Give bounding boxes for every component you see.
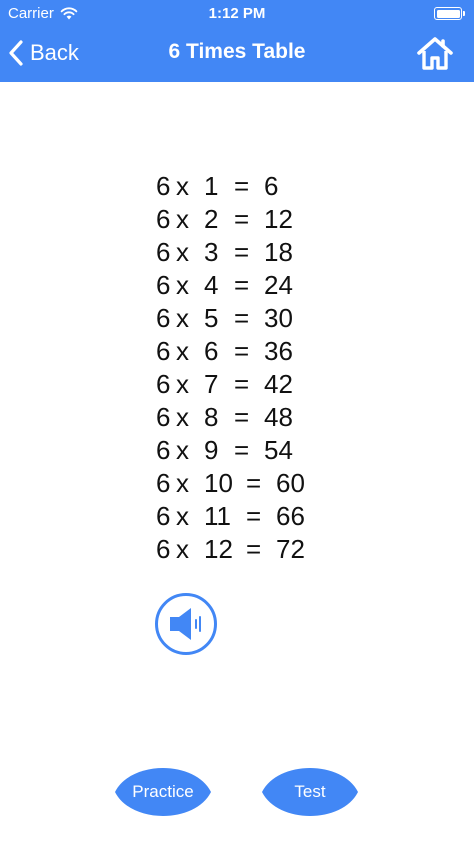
equals-sign: = — [234, 435, 250, 465]
test-button[interactable]: Test — [262, 756, 358, 828]
times-table: 6 x 1 = 6 6 x 2 = 12 6 x 3 = 18 6 x 4 = 24 6 x 5 = 30 6 x 6 = 36 6 x 7 = 4… — [156, 170, 336, 566]
chevron-left-icon — [9, 40, 23, 66]
factor-b: 12 — [204, 534, 233, 564]
operator: x — [176, 402, 189, 432]
equals-sign: = — [246, 468, 262, 498]
equals-sign: = — [234, 303, 250, 333]
factor-a: 6 — [156, 171, 171, 201]
operator: x — [176, 336, 189, 366]
table-row: 6 x 1 = 6 — [156, 170, 336, 203]
equals-sign: = — [234, 237, 250, 267]
back-label: Back — [30, 40, 79, 65]
home-button[interactable] — [416, 36, 454, 70]
table-row: 6 x 3 = 18 — [156, 236, 336, 269]
operator: x — [176, 435, 189, 465]
factor-a: 6 — [156, 237, 171, 267]
factor-a: 6 — [156, 336, 171, 366]
product: 24 — [264, 270, 293, 300]
equals-sign: = — [234, 204, 250, 234]
factor-b: 7 — [204, 369, 219, 399]
back-button[interactable]: Back — [8, 36, 79, 70]
nav-header: Carrier 1:12 PM Back 6 Times Table — [0, 0, 474, 82]
status-time: 1:12 PM — [208, 5, 266, 22]
home-icon — [417, 37, 453, 70]
table-row: 6 x 12 = 72 — [156, 533, 336, 566]
table-row: 6 x 11 = 66 — [156, 500, 336, 533]
equals-sign: = — [234, 402, 250, 432]
test-label: Test — [294, 782, 326, 801]
factor-b: 1 — [204, 171, 219, 201]
product: 36 — [264, 336, 293, 366]
operator: x — [176, 468, 189, 498]
table-row: 6 x 6 = 36 — [156, 335, 336, 368]
table-row: 6 x 4 = 24 — [156, 269, 336, 302]
battery-icon — [434, 7, 465, 20]
product: 54 — [264, 435, 293, 465]
factor-b: 10 — [204, 468, 233, 498]
factor-a: 6 — [156, 534, 171, 564]
factor-b: 9 — [204, 435, 219, 465]
table-row: 6 x 9 = 54 — [156, 434, 336, 467]
operator: x — [176, 270, 189, 300]
product: 60 — [276, 468, 305, 498]
status-bar: Carrier 1:12 PM — [0, 0, 474, 28]
table-row: 6 x 7 = 42 — [156, 368, 336, 401]
equals-sign: = — [234, 270, 250, 300]
operator: x — [176, 501, 189, 531]
product: 42 — [264, 369, 293, 399]
operator: x — [176, 303, 189, 333]
product: 30 — [264, 303, 293, 333]
factor-a: 6 — [156, 369, 171, 399]
factor-a: 6 — [156, 204, 171, 234]
product: 12 — [264, 204, 293, 234]
factor-a: 6 — [156, 303, 171, 333]
table-row: 6 x 5 = 30 — [156, 302, 336, 335]
factor-b: 6 — [204, 336, 219, 366]
factor-b: 5 — [204, 303, 219, 333]
product: 72 — [276, 534, 305, 564]
operator: x — [176, 204, 189, 234]
practice-label: Practice — [132, 782, 194, 801]
table-row: 6 x 8 = 48 — [156, 401, 336, 434]
factor-a: 6 — [156, 468, 171, 498]
factor-a: 6 — [156, 435, 171, 465]
equals-sign: = — [234, 171, 250, 201]
speaker-button[interactable] — [155, 593, 217, 655]
operator: x — [176, 171, 189, 201]
factor-b: 2 — [204, 204, 219, 234]
product: 6 — [264, 171, 279, 201]
table-row: 6 x 10 = 60 — [156, 467, 336, 500]
operator: x — [176, 237, 189, 267]
operator: x — [176, 534, 189, 564]
equals-sign: = — [234, 369, 250, 399]
factor-a: 6 — [156, 402, 171, 432]
equals-sign: = — [246, 534, 262, 564]
factor-b: 8 — [204, 402, 219, 432]
factor-b: 3 — [204, 237, 219, 267]
speaker-icon — [170, 608, 201, 640]
practice-button[interactable]: Practice — [115, 756, 211, 828]
operator: x — [176, 369, 189, 399]
factor-a: 6 — [156, 501, 171, 531]
product: 18 — [264, 237, 293, 267]
table-row: 6 x 2 = 12 — [156, 203, 336, 236]
product: 48 — [264, 402, 293, 432]
factor-a: 6 — [156, 270, 171, 300]
equals-sign: = — [246, 501, 262, 531]
product: 66 — [276, 501, 305, 531]
factor-b: 4 — [204, 270, 219, 300]
factor-b: 11 — [204, 501, 231, 531]
equals-sign: = — [234, 336, 250, 366]
